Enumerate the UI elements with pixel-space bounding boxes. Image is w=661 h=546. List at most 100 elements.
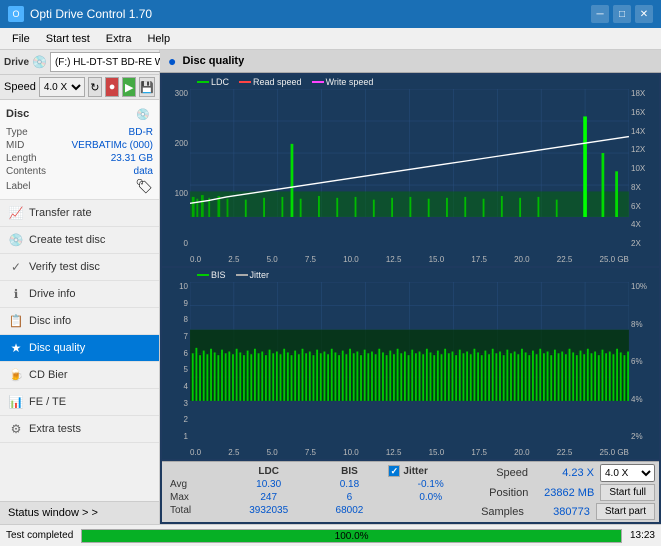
top-chart: LDC Read speed Write speed xyxy=(162,75,659,266)
nav-verify-test-disc[interactable]: ✓ Verify test disc xyxy=(0,254,159,281)
label-icon: 🏷 xyxy=(135,178,153,195)
nav-fe-te[interactable]: 📊 FE / TE xyxy=(0,389,159,416)
stats-panel: LDC BIS ✓ Jitter xyxy=(162,461,659,522)
bottom-chart-y-right: 10% 8% 6% 4% 2% xyxy=(629,282,659,441)
label-key: Label xyxy=(6,181,30,192)
disc-quality-icon: ★ xyxy=(8,340,24,356)
speed-save-button[interactable]: 💾 xyxy=(139,77,155,97)
bottom-chart-x-axis: 0.0 2.5 5.0 7.5 10.0 12.5 15.0 17.5 20.0… xyxy=(190,448,629,457)
disc-panel: Disc 💿 Type BD-R MID VERBATIMc (000) Len… xyxy=(0,100,159,200)
app-title: Opti Drive Control 1.70 xyxy=(30,7,152,21)
legend-write-speed: Write speed xyxy=(312,77,374,87)
type-value: BD-R xyxy=(129,127,153,138)
status-bar: Test completed 100.0% 13:23 xyxy=(0,524,661,546)
menu-extra[interactable]: Extra xyxy=(98,31,140,47)
nav-extra-tests-label: Extra tests xyxy=(29,423,81,435)
drive-row: Drive 💿 (F:) HL-DT-ST BD-RE WH16NS58 TST… xyxy=(0,50,159,75)
contents-key: Contents xyxy=(6,166,46,177)
time-display: 13:23 xyxy=(630,530,655,541)
length-key: Length xyxy=(6,153,37,164)
position-label: Position xyxy=(489,487,528,499)
avg-label: Avg xyxy=(166,478,223,491)
ldc-color xyxy=(197,81,209,83)
nav-cd-bier[interactable]: 🍺 CD Bier xyxy=(0,362,159,389)
speed-stat-select[interactable]: 4.0 X xyxy=(600,464,655,482)
top-chart-x-axis: 0.0 2.5 5.0 7.5 10.0 12.5 15.0 17.5 20.0… xyxy=(190,255,629,264)
window-controls[interactable]: ─ □ ✕ xyxy=(591,5,653,23)
minimize-button[interactable]: ─ xyxy=(591,5,609,23)
nav-create-test-disc[interactable]: 💿 Create test disc xyxy=(0,227,159,254)
top-chart-svg xyxy=(190,89,629,217)
col-bis: BIS xyxy=(314,464,384,478)
menu-start-test[interactable]: Start test xyxy=(38,31,98,47)
sidebar: Drive 💿 (F:) HL-DT-ST BD-RE WH16NS58 TST… xyxy=(0,50,160,524)
col-ldc: LDC xyxy=(223,464,315,478)
mid-value: VERBATIMc (000) xyxy=(72,140,154,151)
menu-file[interactable]: File xyxy=(4,31,38,47)
length-value: 23.31 GB xyxy=(111,153,153,164)
top-chart-y-left: 300 200 100 0 xyxy=(162,89,190,248)
start-full-button[interactable]: Start full xyxy=(600,484,655,501)
status-window-button[interactable]: Status window > > xyxy=(0,501,159,524)
write-speed-color xyxy=(312,81,324,83)
jitter-color xyxy=(236,274,248,276)
max-ldc: 247 xyxy=(223,491,315,504)
create-test-disc-icon: 💿 xyxy=(8,232,24,248)
bottom-chart-y-left: 10 9 8 7 6 5 4 3 2 1 xyxy=(162,282,190,441)
avg-bis: 0.18 xyxy=(314,478,384,491)
nav-fe-te-label: FE / TE xyxy=(29,396,66,408)
drive-info-icon: ℹ xyxy=(8,286,24,302)
nav-transfer-rate[interactable]: 📈 Transfer rate xyxy=(0,200,159,227)
progress-bar-container: 100.0% xyxy=(81,529,622,543)
nav-verify-test-disc-label: Verify test disc xyxy=(29,261,100,273)
bottom-chart: BIS Jitter xyxy=(162,268,659,459)
speed-label: Speed xyxy=(4,81,36,93)
start-part-button[interactable]: Start part xyxy=(596,503,655,520)
status-window-label: Status window > > xyxy=(8,507,98,519)
menu-help[interactable]: Help xyxy=(139,31,178,47)
bottom-chart-svg xyxy=(190,282,629,401)
samples-value: 380773 xyxy=(530,506,590,518)
max-bis: 6 xyxy=(314,491,384,504)
close-button[interactable]: ✕ xyxy=(635,5,653,23)
verify-test-disc-icon: ✓ xyxy=(8,259,24,275)
menu-bar: File Start test Extra Help xyxy=(0,28,661,50)
maximize-button[interactable]: □ xyxy=(613,5,631,23)
max-jitter: 0.0% xyxy=(384,491,477,504)
speed-stat-value: 4.23 X xyxy=(534,467,594,479)
nav-create-test-disc-label: Create test disc xyxy=(29,234,105,246)
fe-te-icon: 📊 xyxy=(8,394,24,410)
avg-jitter: -0.1% xyxy=(384,478,477,491)
legend-read-speed: Read speed xyxy=(239,77,302,87)
nav-disc-quality[interactable]: ★ Disc quality xyxy=(0,335,159,362)
speed-stat-label: Speed xyxy=(496,467,528,479)
nav-disc-quality-label: Disc quality xyxy=(29,342,85,354)
progress-text: 100.0% xyxy=(335,530,369,544)
drive-label: Drive xyxy=(4,57,29,68)
cd-bier-icon: 🍺 xyxy=(8,367,24,383)
main-layout: Drive 💿 (F:) HL-DT-ST BD-RE WH16NS58 TST… xyxy=(0,50,661,524)
type-key: Type xyxy=(6,127,28,138)
content-area: ● Disc quality LDC Read speed xyxy=(160,50,661,524)
mid-key: MID xyxy=(6,140,24,151)
chart-title: Disc quality xyxy=(182,55,244,67)
speed-btn2[interactable]: ▶ xyxy=(122,77,136,97)
max-label: Max xyxy=(166,491,223,504)
top-chart-legend: LDC Read speed Write speed xyxy=(197,77,373,87)
speed-btn1[interactable]: ● xyxy=(105,77,119,97)
speed-section: Speed 4.0 X ↻ ● ▶ 💾 xyxy=(0,75,159,100)
jitter-checkbox[interactable]: ✓ xyxy=(388,465,400,477)
nav-disc-info-label: Disc info xyxy=(29,315,71,327)
nav-transfer-rate-label: Transfer rate xyxy=(29,207,92,219)
legend-bis: BIS xyxy=(197,270,226,280)
nav-disc-info[interactable]: 📋 Disc info xyxy=(0,308,159,335)
nav-drive-info[interactable]: ℹ Drive info xyxy=(0,281,159,308)
legend-ldc: LDC xyxy=(197,77,229,87)
avg-ldc: 10.30 xyxy=(223,478,315,491)
disc-label: Disc xyxy=(6,108,29,120)
speed-select[interactable]: 4.0 X xyxy=(39,77,85,97)
speed-refresh-button[interactable]: ↻ xyxy=(88,77,102,97)
disc-info-icon: 📋 xyxy=(8,313,24,329)
nav-extra-tests[interactable]: ⚙ Extra tests xyxy=(0,416,159,443)
read-speed-color xyxy=(239,81,251,83)
